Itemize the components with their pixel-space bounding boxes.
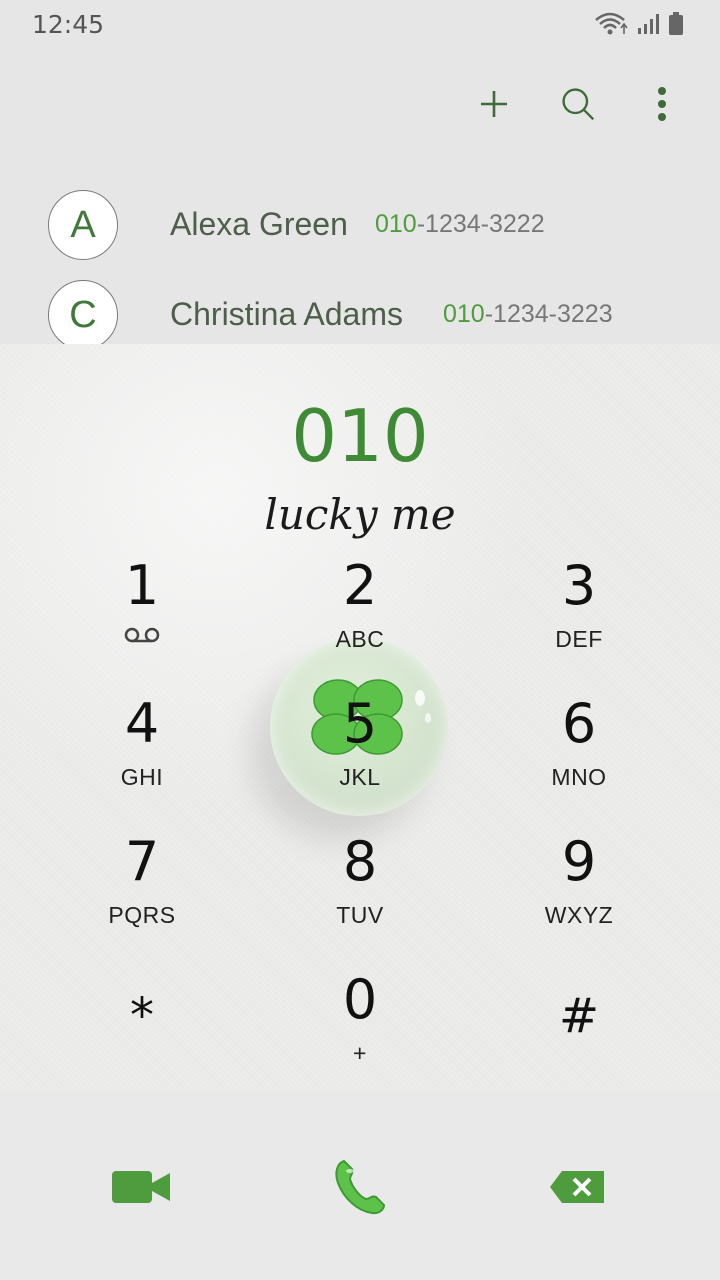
number-rest: -1234-3223: [484, 300, 613, 328]
dialpad-area: 010 lucky me 1 2 ABC 3 DEF 4 GHI 5 JKL 6…: [0, 344, 720, 1092]
key-letters: WXYZ: [544, 902, 614, 928]
theme-tagline: lucky me: [264, 490, 456, 539]
number-rest: -1234-3222: [416, 210, 545, 238]
key-star[interactable]: *: [32, 986, 252, 1092]
key-1[interactable]: 1: [32, 556, 252, 676]
contact-name: Christina Adams: [170, 296, 403, 332]
key-digit: 1: [124, 554, 160, 617]
key-digit: 8: [342, 830, 378, 893]
video-call-button[interactable]: [102, 1154, 182, 1220]
key-hash[interactable]: #: [469, 986, 689, 1092]
key-letters: MNO: [551, 764, 607, 790]
backspace-icon: [550, 1171, 604, 1203]
search-button[interactable]: [560, 78, 596, 130]
plus-icon: [481, 91, 507, 117]
contact-suggestion-alexa[interactable]: A Alexa Green 010-1234-3222: [0, 190, 720, 280]
key-letters: JKL: [339, 764, 381, 790]
key-digit: 3: [561, 554, 597, 617]
key-7[interactable]: 7 PQRS: [32, 832, 252, 952]
number-prefix: 010: [443, 300, 485, 328]
key-letters: ABC: [335, 626, 385, 652]
toolbar: [476, 78, 680, 130]
key-3[interactable]: 3 DEF: [469, 556, 689, 676]
add-contact-button[interactable]: [476, 78, 512, 130]
key-letters: PQRS: [108, 902, 176, 928]
key-digit: 2: [342, 554, 378, 617]
key-digit: 6: [561, 692, 597, 755]
key-digit: 9: [561, 830, 597, 893]
key-2[interactable]: 2 ABC: [250, 556, 470, 676]
backspace-button[interactable]: [538, 1154, 618, 1220]
avatar: C: [48, 280, 118, 350]
battery-icon: [669, 12, 683, 35]
key-8[interactable]: 8 TUV: [250, 832, 470, 952]
contact-number: 010-1234-3223: [443, 300, 613, 329]
phone-icon: [335, 1159, 386, 1215]
key-digit: 0: [342, 968, 378, 1031]
key-letters: DEF: [555, 626, 603, 652]
key-digit: 4: [124, 692, 160, 755]
contact-number: 010-1234-3222: [375, 210, 545, 239]
wifi-icon: [595, 12, 628, 35]
key-6[interactable]: 6 MNO: [469, 694, 689, 814]
status-time: 12:45: [32, 10, 105, 39]
bottom-action-bar: [0, 1092, 720, 1280]
voicemail-icon: [32, 624, 252, 651]
key-9[interactable]: 9 WXYZ: [469, 832, 689, 952]
key-5[interactable]: 5 JKL: [250, 694, 470, 814]
status-bar: 12:45: [0, 0, 720, 50]
dialed-number: 010: [291, 394, 429, 478]
key-letters: GHI: [120, 764, 164, 790]
key-digit: 7: [124, 830, 160, 893]
video-camera-icon: [112, 1171, 170, 1203]
more-vert-icon: [658, 87, 666, 121]
status-icons: [594, 12, 684, 36]
key-4[interactable]: 4 GHI: [32, 694, 252, 814]
key-digit: *: [130, 988, 154, 1044]
signal-icon: [638, 14, 659, 34]
number-prefix: 010: [375, 210, 417, 238]
key-letters: TUV: [336, 902, 384, 928]
key-plus: +: [353, 1040, 367, 1066]
key-digit: #: [558, 988, 600, 1044]
contact-name: Alexa Green: [170, 206, 348, 242]
key-0[interactable]: 0 +: [250, 970, 470, 1090]
more-options-button[interactable]: [644, 78, 680, 130]
call-button[interactable]: [320, 1154, 400, 1220]
avatar: A: [48, 190, 118, 260]
key-digit: 5: [342, 692, 378, 755]
search-icon: [562, 88, 595, 121]
